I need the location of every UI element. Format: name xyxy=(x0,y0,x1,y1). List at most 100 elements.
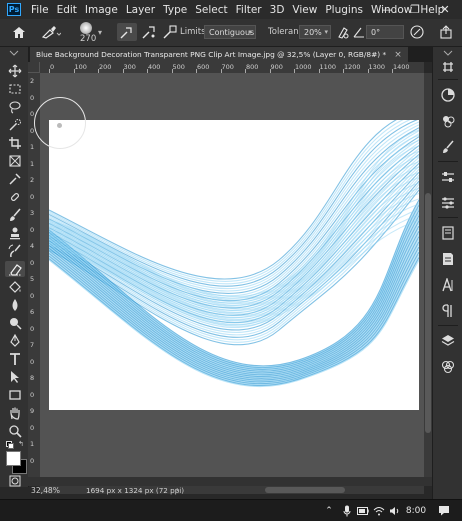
type-tool-icon[interactable] xyxy=(7,351,23,367)
limits-select[interactable]: Contiguous ▾ xyxy=(204,25,256,39)
windows-taskbar: ⌃ 8:00 xyxy=(0,499,462,521)
panel-divider xyxy=(438,161,458,162)
document-canvas[interactable] xyxy=(49,120,419,410)
home-icon[interactable] xyxy=(10,24,28,40)
lasso-tool-icon[interactable] xyxy=(7,99,23,115)
brush-preview-icon[interactable] xyxy=(76,21,96,35)
layers-icon[interactable] xyxy=(440,333,456,349)
chevron-up-icon[interactable]: ⌃ xyxy=(322,503,336,518)
options-bar: 270 ▾ Limits: Contiguous ▾ Tolerance: 20… xyxy=(0,19,462,47)
default-colors-icon[interactable] xyxy=(6,441,14,449)
menu-image[interactable]: Image xyxy=(81,4,122,16)
zoom-level[interactable]: 32,48% xyxy=(31,486,60,495)
notes-icon[interactable] xyxy=(440,251,456,267)
character-icon[interactable] xyxy=(440,277,456,293)
brush-tool-icon[interactable] xyxy=(7,207,23,223)
microphone-icon[interactable] xyxy=(340,503,354,518)
ruler-corner xyxy=(28,62,40,73)
ruler-tick-label: 0 xyxy=(30,423,35,432)
swap-colors-icon[interactable]: ↰ xyxy=(18,440,24,448)
healing-brush-tool-icon[interactable] xyxy=(7,189,23,205)
ruler-tick-label: 0 xyxy=(50,63,55,71)
learn-icon[interactable] xyxy=(440,225,456,241)
swatches-icon[interactable] xyxy=(440,113,456,129)
restore-button[interactable]: ❐ xyxy=(404,0,426,19)
blur-tool-icon[interactable] xyxy=(7,297,23,313)
ruler-tick-label: 700 xyxy=(221,63,234,71)
share-icon[interactable] xyxy=(436,23,456,41)
quick-mask-icon[interactable] xyxy=(7,473,23,489)
menu-view[interactable]: View xyxy=(288,4,321,16)
rectangle-tool-icon[interactable] xyxy=(7,387,23,403)
quick-select-tool-icon[interactable] xyxy=(7,117,23,133)
wifi-icon[interactable] xyxy=(372,503,386,518)
angle-value: 0° xyxy=(371,27,381,37)
menu-edit[interactable]: Edit xyxy=(53,4,81,16)
volume-icon[interactable] xyxy=(388,503,402,518)
clone-stamp-tool-icon[interactable] xyxy=(7,225,23,241)
tool-preset-picker[interactable] xyxy=(40,24,62,40)
menu-plugins[interactable]: Plugins xyxy=(321,4,367,16)
ruler-tick-label: 2 xyxy=(30,77,35,85)
ruler-tick-label: 300 xyxy=(123,63,136,71)
libraries-icon[interactable] xyxy=(440,59,456,75)
marquee-tool-icon[interactable] xyxy=(7,81,23,97)
angle-input[interactable]: 0° xyxy=(366,25,404,39)
crop-tool-icon[interactable] xyxy=(7,135,23,151)
close-tab-icon[interactable]: × xyxy=(394,50,402,60)
zoom-tool-icon[interactable] xyxy=(7,423,23,439)
frame-tool-icon[interactable] xyxy=(7,153,23,169)
paragraph-icon[interactable] xyxy=(440,303,456,319)
ruler-tick-label: 100 xyxy=(74,63,87,71)
status-arrow-icon[interactable]: › xyxy=(176,485,179,494)
hand-tool-icon[interactable] xyxy=(7,405,23,421)
sampling-continuous-button[interactable] xyxy=(117,23,137,41)
menu-layer[interactable]: Layer xyxy=(122,4,159,16)
adjustments-icon[interactable] xyxy=(440,169,456,185)
move-tool-icon[interactable] xyxy=(7,63,23,79)
tolerance-input[interactable]: 20% ▾ xyxy=(299,25,331,39)
menu-select[interactable]: Select xyxy=(191,4,231,16)
horizontal-scroll-thumb[interactable] xyxy=(265,487,345,493)
dodge-tool-icon[interactable] xyxy=(7,315,23,331)
protect-foreground-icon[interactable] xyxy=(334,24,352,40)
menu-file[interactable]: File xyxy=(27,4,53,16)
color-icon[interactable] xyxy=(440,87,456,103)
brushes-icon[interactable] xyxy=(440,139,456,155)
menu-3d[interactable]: 3D xyxy=(266,4,289,16)
menu-filter[interactable]: Filter xyxy=(232,4,266,16)
path-select-tool-icon[interactable] xyxy=(7,369,23,385)
history-brush-tool-icon[interactable] xyxy=(7,243,23,259)
menu-type[interactable]: Type xyxy=(159,4,191,16)
notification-icon[interactable] xyxy=(436,503,452,518)
pressure-size-icon[interactable] xyxy=(408,23,426,41)
minimize-button[interactable]: — xyxy=(376,0,398,19)
brush-size-value: 270 xyxy=(80,34,97,44)
close-window-button[interactable]: ✕ xyxy=(434,0,456,19)
collapse-chevron-icon[interactable] xyxy=(9,50,19,56)
sampling-background-button[interactable] xyxy=(160,23,180,41)
document-tab-bar: Blue Background Decoration Transparent P… xyxy=(28,47,434,62)
pen-tool-icon[interactable] xyxy=(7,333,23,349)
canvas-area[interactable] xyxy=(40,73,424,477)
properties-icon[interactable] xyxy=(440,195,456,211)
status-bar xyxy=(28,477,432,486)
paint-bucket-tool-icon[interactable] xyxy=(7,279,23,295)
sampling-once-button[interactable] xyxy=(139,23,159,41)
channels-icon[interactable] xyxy=(440,359,456,375)
eyedropper-tool-icon[interactable] xyxy=(7,171,23,187)
battery-icon[interactable] xyxy=(356,503,370,518)
ruler-tick-label: 2 xyxy=(30,176,35,184)
ruler-tick-label: 500 xyxy=(172,63,185,71)
vertical-scrollbar[interactable] xyxy=(424,73,432,477)
ruler-tick-label: 400 xyxy=(148,63,161,71)
background-eraser-tool-icon[interactable] xyxy=(5,261,25,277)
ruler-tick-label: 600 xyxy=(197,63,210,71)
ruler-tick-label: 900 xyxy=(270,63,283,71)
vertical-scroll-thumb[interactable] xyxy=(425,193,431,433)
foreground-color-swatch[interactable] xyxy=(6,451,21,466)
taskbar-clock[interactable]: 8:00 xyxy=(404,503,428,518)
document-tab[interactable]: Blue Background Decoration Transparent P… xyxy=(30,47,408,62)
collapse-chevron-icon[interactable] xyxy=(443,50,453,56)
chevron-down-icon[interactable]: ▾ xyxy=(96,27,104,37)
